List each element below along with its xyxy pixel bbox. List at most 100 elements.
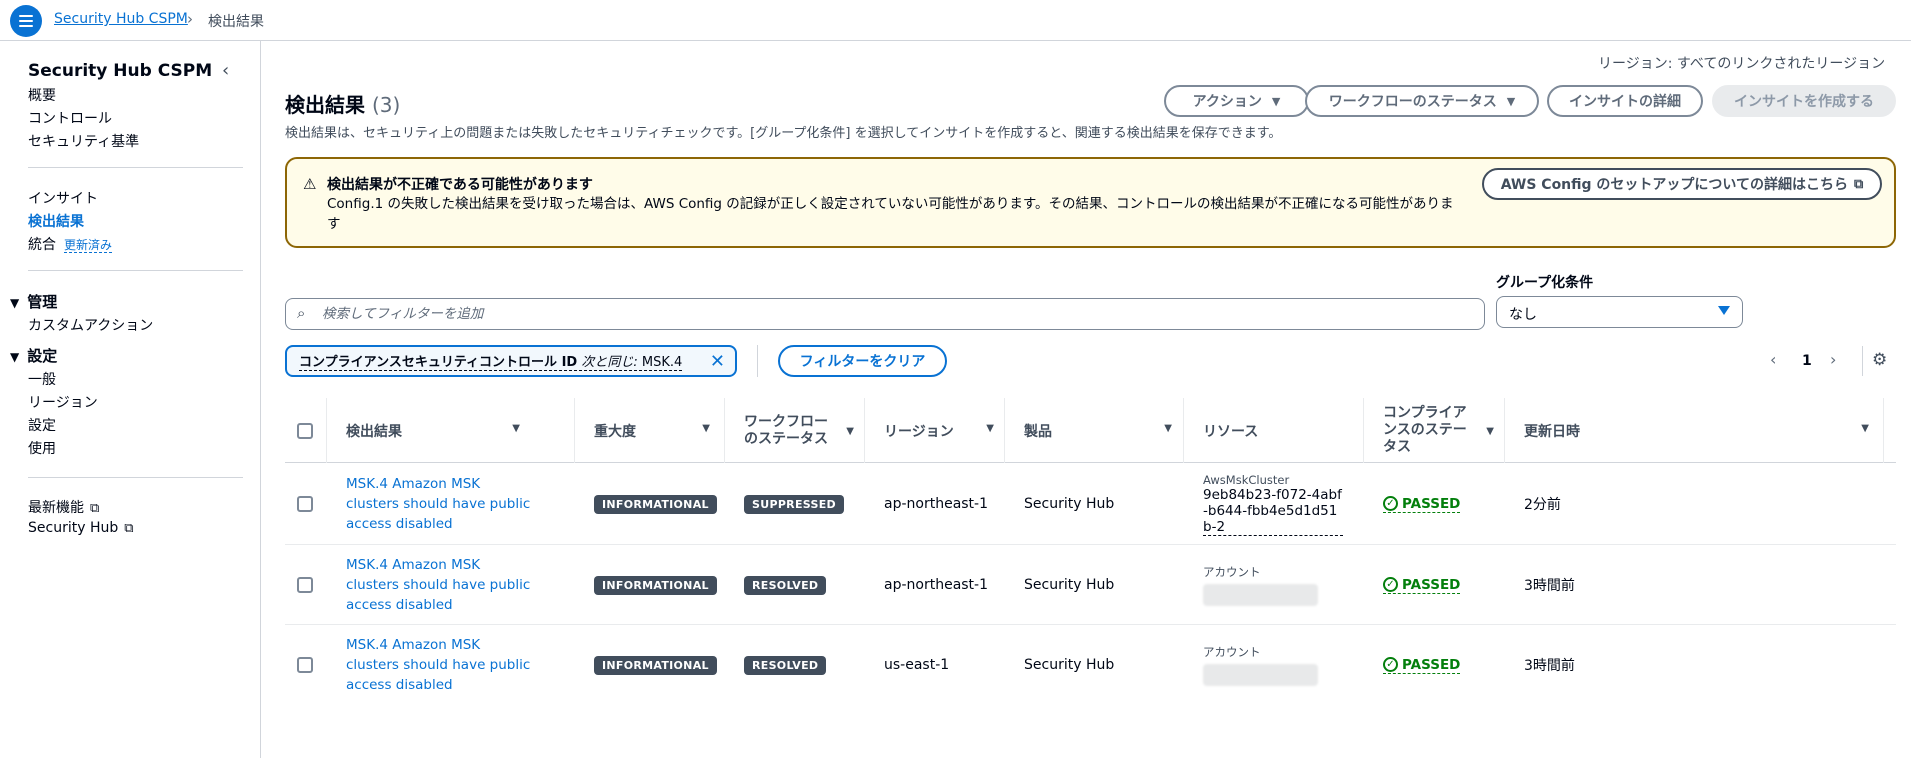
column-compliance-label-line3: タス bbox=[1383, 439, 1411, 455]
column-severity-label: 重大度 bbox=[594, 423, 636, 440]
column-compliance-label-line2: ンスのステー bbox=[1383, 422, 1467, 438]
side-navigation: Security Hub CSPM ‹ 概要 コントロール セキュリティ基準 イ… bbox=[0, 41, 261, 758]
group-by-label: グループ化条件 bbox=[1496, 275, 1594, 291]
compliance-status-label: PASSED bbox=[1402, 656, 1461, 673]
aws-config-learn-more-label: AWS Config のセットアップについての詳細はこちら bbox=[1500, 177, 1849, 193]
finding-title-link[interactable]: MSK.4 Amazon MSK clusters should have pu… bbox=[346, 555, 536, 615]
sidebar-section-manage[interactable]: ▼ 管理 bbox=[10, 291, 57, 312]
filter-operator: 次と同じ: bbox=[581, 355, 638, 370]
filter-token-text: コンプライアンスセキュリティコントロール ID 次と同じ: MSK.4 bbox=[299, 351, 683, 371]
caret-down-icon: ▼ bbox=[1506, 94, 1516, 108]
actions-dropdown-button[interactable]: アクション ▼ bbox=[1164, 85, 1309, 117]
compliance-status[interactable]: ✓ PASSED bbox=[1383, 495, 1461, 513]
sidebar-item-whats-new-label: 最新機能 bbox=[28, 500, 84, 516]
column-header-compliance-status[interactable]: コンプライア ンスのステー タス ▼ bbox=[1363, 398, 1504, 463]
menu-toggle-button[interactable] bbox=[10, 5, 42, 37]
previous-page-icon[interactable]: ‹ bbox=[1770, 350, 1776, 369]
column-workflow-label-line2: のステータス bbox=[744, 430, 828, 447]
column-header-region[interactable]: リージョン ▼ bbox=[864, 398, 1004, 463]
updated-cell: 3時間前 bbox=[1524, 658, 1575, 674]
select-all-checkbox[interactable] bbox=[297, 422, 313, 439]
sidebar-item-findings[interactable]: 検出結果 bbox=[28, 211, 84, 231]
search-icon: ⌕ bbox=[297, 304, 306, 322]
table-header: 検出結果 ▼ 重大度 ▼ ワークフロー のステータス ▼ リージョン ▼ 製品 ▼ リソース… bbox=[285, 398, 1896, 463]
create-insight-label: インサイトを作成する bbox=[1734, 94, 1874, 110]
aws-config-learn-more-button[interactable]: AWS Config のセットアップについての詳細はこちら ⧉ bbox=[1482, 168, 1882, 200]
compliance-status[interactable]: ✓ PASSED bbox=[1383, 577, 1461, 594]
workflow-button-label: ワークフローのステータス bbox=[1328, 94, 1497, 110]
sort-caret-icon: ▼ bbox=[1164, 423, 1172, 434]
sidebar-item-custom-actions[interactable]: カスタムアクション bbox=[28, 315, 153, 335]
updated-cell: 2分前 bbox=[1524, 497, 1561, 513]
caret-down-icon: ▼ bbox=[10, 350, 20, 364]
sidebar-section-settings[interactable]: ▼ 設定 bbox=[10, 345, 57, 366]
row-checkbox[interactable] bbox=[297, 577, 313, 593]
insight-details-button[interactable]: インサイトの詳細 bbox=[1547, 85, 1703, 117]
sidebar-item-insights[interactable]: インサイト bbox=[28, 188, 98, 208]
sidebar-item-integrations-label: 統合 bbox=[28, 237, 56, 253]
sidebar-item-summary[interactable]: 概要 bbox=[28, 85, 56, 105]
next-page-icon[interactable]: › bbox=[1830, 350, 1836, 369]
sidebar-item-integrations[interactable]: 統合 更新済み bbox=[28, 234, 113, 254]
insight-details-label: インサイトの詳細 bbox=[1569, 94, 1681, 110]
table-row[interactable]: MSK.4 Amazon MSK clusters should have pu… bbox=[285, 463, 1896, 545]
sidebar-item-configuration[interactable]: 設定 bbox=[28, 415, 56, 435]
column-header-workflow-status[interactable]: ワークフロー のステータス ▼ bbox=[724, 398, 864, 463]
column-header-finding[interactable]: 検出結果 ▼ bbox=[326, 398, 530, 463]
check-circle-icon: ✓ bbox=[1383, 577, 1398, 592]
compliance-status[interactable]: ✓ PASSED bbox=[1383, 656, 1461, 674]
workflow-status-badge: RESOLVED bbox=[744, 655, 827, 675]
toolbar-divider bbox=[757, 345, 758, 377]
search-field[interactable]: ⌕ bbox=[285, 298, 1485, 330]
column-header-severity[interactable]: 重大度 ▼ bbox=[574, 398, 720, 463]
alert-body: Config.1 の失敗した検出結果を受け取った場合は、AWS Config の… bbox=[327, 196, 1454, 232]
severity-cell: INFORMATIONAL bbox=[574, 625, 717, 705]
search-input[interactable] bbox=[322, 300, 1472, 328]
sort-caret-icon: ▼ bbox=[846, 426, 854, 437]
row-select-cell bbox=[285, 625, 313, 705]
sidebar-item-standards[interactable]: セキュリティ基準 bbox=[28, 131, 139, 151]
table-row[interactable]: MSK.4 Amazon MSK clusters should have pu… bbox=[285, 625, 1896, 705]
group-by-select[interactable]: なし bbox=[1496, 296, 1743, 328]
product-cell: Security Hub bbox=[1024, 577, 1115, 593]
column-header-resource: リソース bbox=[1183, 398, 1363, 463]
sidebar-item-regions[interactable]: リージョン bbox=[28, 392, 98, 412]
create-insight-button[interactable]: インサイトを作成する bbox=[1712, 85, 1896, 117]
redacted-account-id bbox=[1203, 584, 1318, 606]
findings-count: (3) bbox=[371, 93, 401, 117]
region-selector[interactable]: リージョン: すべてのリンクされたリージョン bbox=[1598, 53, 1885, 73]
column-resource-label: リソース bbox=[1203, 423, 1259, 440]
sidebar-item-security-hub[interactable]: Security Hub ⧉ bbox=[28, 520, 134, 536]
row-checkbox[interactable] bbox=[297, 657, 313, 673]
column-header-updated-at[interactable]: 更新日時 ▼ bbox=[1504, 398, 1879, 463]
row-checkbox[interactable] bbox=[297, 496, 313, 512]
sidebar-divider bbox=[28, 270, 243, 271]
alert-title: 検出結果が不正確である可能性があります bbox=[327, 177, 593, 193]
caret-down-icon: ▼ bbox=[1271, 94, 1281, 108]
sidebar-item-controls[interactable]: コントロール bbox=[28, 108, 112, 128]
clear-filters-button[interactable]: フィルターをクリア bbox=[778, 345, 947, 377]
finding-title-cell: MSK.4 Amazon MSK clusters should have pu… bbox=[326, 463, 536, 545]
sidebar-item-usage[interactable]: 使用 bbox=[28, 438, 56, 458]
sort-caret-icon: ▼ bbox=[1861, 423, 1869, 434]
gear-icon[interactable]: ⚙ bbox=[1872, 350, 1887, 370]
sidebar-item-general[interactable]: 一般 bbox=[28, 369, 56, 389]
sidebar-item-whats-new[interactable]: 最新機能 ⧉ bbox=[28, 497, 99, 517]
current-page-number[interactable]: 1 bbox=[1802, 353, 1812, 369]
table-row[interactable]: MSK.4 Amazon MSK clusters should have pu… bbox=[285, 545, 1896, 625]
resource-id-link[interactable]: 9eb84b23-f072-4abf-b644-fbb4e5d1d51b-2 bbox=[1203, 487, 1343, 536]
select-all-cell bbox=[285, 398, 326, 463]
column-compliance-label-line1: コンプライア bbox=[1383, 405, 1467, 421]
workflow-status-dropdown-button[interactable]: ワークフローのステータス ▼ bbox=[1305, 85, 1539, 117]
column-header-product[interactable]: 製品 ▼ bbox=[1004, 398, 1182, 463]
redacted-account-id bbox=[1203, 664, 1318, 686]
finding-title-link[interactable]: MSK.4 Amazon MSK clusters should have pu… bbox=[346, 474, 536, 534]
resource-cell: AwsMskCluster 9eb84b23-f072-4abf-b644-fb… bbox=[1183, 463, 1343, 545]
compliance-status-label: PASSED bbox=[1402, 495, 1461, 512]
collapse-sidebar-icon[interactable]: ‹ bbox=[222, 60, 229, 81]
remove-filter-close-icon[interactable]: ✕ bbox=[710, 351, 725, 372]
breadcrumb-home-link[interactable]: Security Hub CSPM bbox=[54, 11, 188, 27]
updated-cell: 3時間前 bbox=[1524, 578, 1575, 594]
finding-title-link[interactable]: MSK.4 Amazon MSK clusters should have pu… bbox=[346, 635, 536, 695]
filter-token[interactable]: コンプライアンスセキュリティコントロール ID 次と同じ: MSK.4 ✕ bbox=[285, 345, 737, 377]
